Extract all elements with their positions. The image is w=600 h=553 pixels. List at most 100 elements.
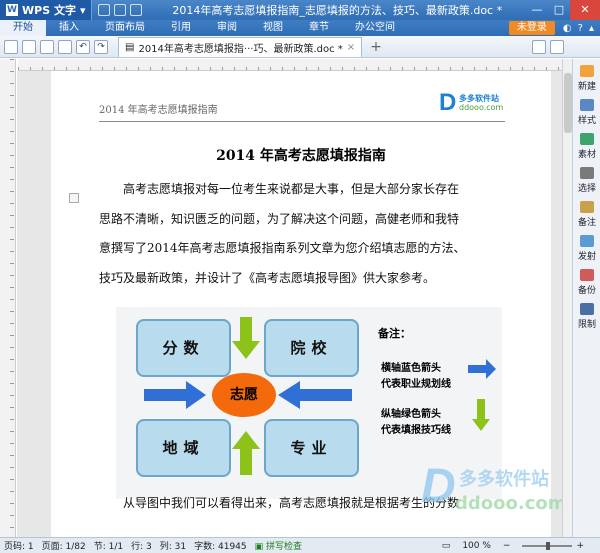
scrollbar-thumb[interactable] (564, 73, 572, 133)
side-item-label: 选择 (577, 184, 596, 194)
ddooo-logo-icon: D (439, 89, 457, 116)
zoom-in-icon[interactable]: + (576, 541, 584, 551)
menu-item-layout[interactable]: 页面布局 (92, 20, 158, 36)
side-item-label: 样式 (577, 116, 596, 126)
new-tab-button[interactable]: + (370, 39, 382, 55)
print-icon[interactable] (114, 4, 127, 16)
undo-icon[interactable] (130, 4, 143, 16)
new-icon (580, 65, 594, 77)
undo-icon[interactable]: ↶ (76, 39, 90, 54)
note-icon (580, 201, 594, 213)
side-item-label: 限制 (577, 320, 596, 330)
view-mode-icon[interactable]: ▭ (442, 541, 451, 551)
side-panel: 新建 样式 素材 选择 备注 发射 备份 限制 (572, 59, 600, 537)
new-doc-icon[interactable] (4, 39, 18, 54)
header-logo: D 多多软件站 ddooo.com (439, 89, 519, 119)
doc-file-icon: ▤ (125, 41, 135, 53)
app-menu-button[interactable]: W WPS 文字 ▾ (0, 0, 93, 20)
backup-icon (580, 269, 594, 281)
horizontal-ruler[interactable] (18, 59, 562, 71)
grid-icon[interactable] (532, 39, 546, 54)
menu-item-home[interactable]: 开始 (0, 20, 46, 36)
watermark-url: ddooo.com (455, 493, 562, 514)
side-item-label: 素材 (577, 150, 596, 160)
save-icon[interactable] (40, 39, 54, 54)
status-words[interactable]: 字数: 41945 (194, 539, 247, 552)
document-page[interactable]: 2014 年高考志愿填报指南 D 多多软件站 ddooo.com 2014 年高… (51, 71, 562, 537)
paragraph-line: 技巧及最新政策，并设计了《高考志愿填报导图》供大家参考。 (99, 271, 436, 285)
side-item-share[interactable]: 发射 (573, 235, 600, 262)
document-tab[interactable]: ▤ 2014年高考志愿填报指···巧、最新政策.doc * × (118, 36, 363, 57)
legend-blue-arrow (468, 359, 496, 379)
cursor-icon (580, 167, 594, 179)
zoom-out-icon[interactable]: − (503, 541, 511, 551)
document-title: 2014 年高考志愿填报指南 (216, 148, 386, 164)
legend-vertical-2: 代表填报技巧线 (381, 425, 451, 436)
watermark: D 多多软件站 ddooo.com (421, 459, 562, 529)
blue-arrow-left (278, 381, 352, 409)
center-oval: 志愿 (212, 373, 276, 417)
menu-item-insert[interactable]: 插入 (46, 20, 92, 36)
side-item-material[interactable]: 素材 (573, 133, 600, 160)
spell-check-toggle[interactable]: ▣ 拼写检查 (255, 539, 310, 552)
side-item-note[interactable]: 备注 (573, 201, 600, 228)
side-item-style[interactable]: 样式 (573, 99, 600, 126)
side-item-label: 发射 (577, 252, 596, 262)
save-icon[interactable] (98, 4, 111, 16)
maximize-button[interactable]: □ (548, 0, 570, 20)
help-icon[interactable]: ? (578, 23, 583, 34)
green-arrow-down (232, 317, 260, 359)
redo-icon[interactable]: ↷ (94, 39, 108, 54)
lock-icon (580, 303, 594, 315)
tab-close-icon[interactable]: × (347, 42, 355, 53)
side-item-label: 新建 (577, 82, 596, 92)
chevron-down-icon: ▾ (79, 3, 86, 17)
document-canvas[interactable]: 2014 年高考志愿填报指南 D 多多软件站 ddooo.com 2014 年高… (17, 71, 562, 537)
layout-icon[interactable] (550, 39, 564, 54)
green-arrow-up (232, 431, 260, 475)
menu-item-review[interactable]: 审阅 (204, 20, 250, 36)
status-bar: 页码: 1 页面: 1/82 节: 1/1 行: 3 列: 31 字数: 419… (0, 537, 600, 553)
header-divider (99, 121, 505, 122)
status-pages: 页面: 1/82 (41, 542, 86, 552)
watermark-cn: 多多软件站 (459, 469, 549, 490)
header-logo-url: ddooo.com (459, 103, 504, 112)
open-icon[interactable] (22, 39, 36, 54)
side-item-label: 备份 (577, 286, 596, 296)
status-page: 页码: 1 (4, 542, 34, 552)
vertical-scrollbar[interactable] (562, 59, 572, 537)
material-icon (580, 133, 594, 145)
menu-item-chapter[interactable]: 章节 (296, 20, 342, 36)
close-button[interactable]: ✕ (570, 0, 600, 20)
zoom-value[interactable]: 100 % (462, 541, 491, 551)
side-item-label: 备注 (577, 218, 596, 228)
side-item-select[interactable]: 选择 (573, 167, 600, 194)
legend-horizontal-2: 代表职业规划线 (381, 379, 451, 390)
menu-item-references[interactable]: 引用 (158, 20, 204, 36)
vertical-ruler[interactable] (0, 59, 16, 537)
legend-title: 备注： (378, 327, 411, 340)
zoom-control: ▭ 100 % − + (442, 541, 592, 551)
menu-bar: 开始 插入 页面布局 引用 审阅 视图 章节 办公空间 未登录 ◐ ? ▴ (0, 20, 600, 36)
paragraph-line: 高考志愿填报对每一位考生来说都是大事，但是大部分家长存在 (99, 182, 460, 196)
page-header-text: 2014 年高考志愿填报指南 (99, 105, 218, 116)
menu-item-view[interactable]: 视图 (250, 20, 296, 36)
minimize-button[interactable]: — (526, 0, 548, 20)
collapse-icon[interactable]: ▴ (589, 23, 594, 34)
wps-logo-icon: W (6, 4, 18, 16)
paragraph-marker-icon[interactable] (69, 193, 79, 203)
paragraph-line: 思路不清晰，知识匮乏的问题，为了解决这个问题，高健老师和我特 (99, 212, 460, 226)
side-item-restrict[interactable]: 限制 (573, 303, 600, 330)
blue-arrow-right (144, 381, 206, 409)
status-col: 列: 31 (159, 542, 187, 552)
print-preview-icon[interactable] (58, 39, 72, 54)
menu-item-office-space[interactable]: 办公空间 (342, 20, 408, 36)
side-item-backup[interactable]: 备份 (573, 269, 600, 296)
legend-vertical-1: 纵轴绿色箭头 (381, 409, 441, 420)
window-title: 2014年高考志愿填报指南_志愿填报的方法、技巧、最新政策.doc * (172, 4, 503, 17)
zoom-slider-knob[interactable] (546, 541, 551, 550)
side-item-new[interactable]: 新建 (573, 65, 600, 92)
skin-icon[interactable]: ◐ (563, 23, 572, 34)
login-button[interactable]: 未登录 (508, 21, 555, 35)
zoom-slider[interactable] (522, 541, 573, 550)
